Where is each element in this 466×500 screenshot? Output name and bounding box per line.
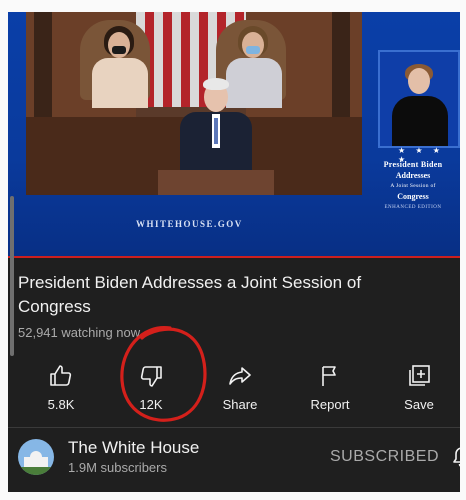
share-button[interactable]: Share — [205, 364, 275, 412]
like-button[interactable]: 5.8K — [26, 364, 96, 412]
live-progress-bar[interactable] — [8, 256, 460, 258]
overlay-line-1: President Biden — [383, 160, 443, 169]
overlay-line-2: Addresses — [395, 171, 431, 180]
save-label: Save — [404, 397, 434, 412]
overlay-line-3: A Joint Session of — [390, 183, 436, 189]
dislike-button[interactable]: 12K — [116, 364, 186, 412]
podium — [158, 170, 274, 195]
action-bar: 5.8K 12K Share Report Save — [8, 364, 460, 420]
dislike-count: 12K — [139, 397, 163, 412]
overlay-line-4: Congress — [397, 192, 429, 201]
sign-language-interpreter — [378, 50, 460, 148]
share-label: Share — [222, 397, 258, 412]
overlay-title-block: President Biden Addresses A Joint Sessio… — [366, 160, 460, 210]
notification-bell-icon[interactable] — [452, 446, 460, 468]
watching-count: 52,941 watching now — [18, 325, 141, 340]
thumbs-up-icon — [50, 365, 72, 386]
thumbs-down-icon — [140, 366, 162, 387]
channel-avatar[interactable] — [18, 439, 54, 475]
subscriber-count: 1.9M subscribers — [68, 460, 167, 475]
share-icon — [229, 367, 251, 385]
youtube-screen: ★ ★ ★ ★ President Biden Addresses A Join… — [8, 12, 460, 492]
save-button[interactable]: Save — [384, 364, 454, 412]
video-player[interactable]: ★ ★ ★ ★ President Biden Addresses A Join… — [8, 12, 460, 256]
report-button[interactable]: Report — [295, 364, 365, 412]
video-frame-house-chamber — [26, 12, 362, 195]
video-title: President Biden Addresses a Joint Sessio… — [18, 273, 362, 316]
save-playlist-icon — [409, 365, 430, 386]
divider — [8, 427, 460, 428]
subscribed-button[interactable]: SUBSCRIBED — [330, 448, 439, 466]
report-label: Report — [310, 397, 350, 412]
like-count: 5.8K — [47, 397, 75, 412]
video-website-watermark: WHITEHOUSE.GOV — [136, 219, 243, 229]
flag-icon — [322, 366, 336, 386]
overlay-line-5: ENHANCED EDITION — [384, 205, 442, 210]
phone-frame: ★ ★ ★ ★ President Biden Addresses A Join… — [0, 0, 466, 500]
channel-name[interactable]: The White House — [68, 438, 199, 458]
scrollbar[interactable] — [10, 196, 14, 356]
